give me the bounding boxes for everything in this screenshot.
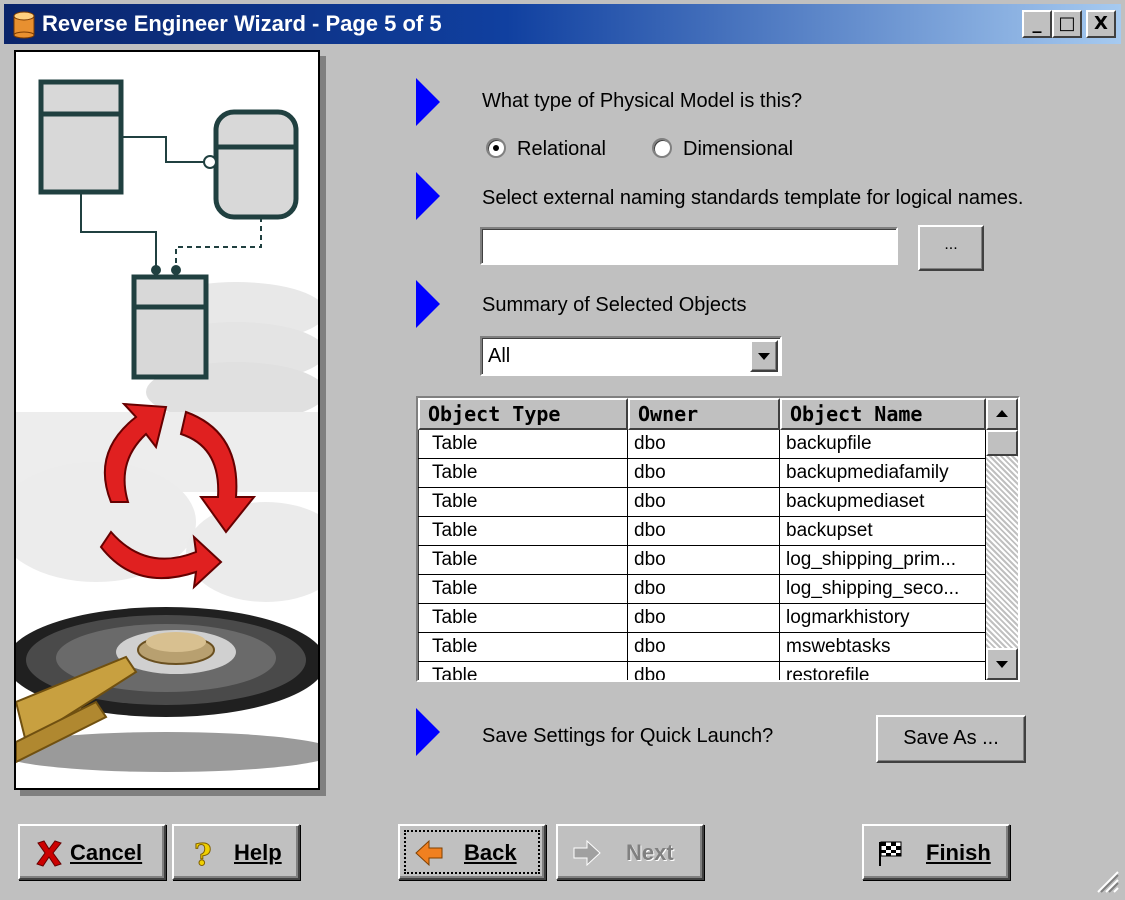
cell-object-type: Table (418, 633, 628, 662)
radio-dimensional-label[interactable]: Dimensional (683, 137, 793, 161)
red-x-icon (36, 840, 62, 867)
checkered-flag-icon (879, 841, 902, 866)
dropdown-button[interactable] (750, 340, 778, 372)
next-label: Next (626, 840, 674, 865)
cell-owner: dbo (628, 517, 780, 546)
cell-object-name: log_shipping_seco... (780, 575, 986, 604)
column-header-owner[interactable]: Owner (628, 398, 780, 430)
scroll-thumb[interactable] (986, 430, 1018, 456)
resize-grip-icon[interactable] (1094, 868, 1120, 894)
finish-label: Finish (926, 840, 991, 865)
blue-triangle-icon (416, 172, 440, 220)
cell-object-type: Table (418, 604, 628, 633)
radio-dimensional[interactable] (652, 138, 672, 158)
table-row[interactable]: Table dbo mswebtasks (418, 633, 986, 662)
cell-object-type: Table (418, 546, 628, 575)
cell-object-name: mswebtasks (780, 633, 986, 662)
naming-template-input[interactable] (480, 227, 898, 265)
table-row[interactable]: Table dbo backupmediaset (418, 488, 986, 517)
back-label: Back (464, 840, 517, 865)
selected-objects-table[interactable]: Object Type Owner Object Name Table dbo ba… (416, 396, 1020, 682)
cancel-button[interactable]: Cancel (18, 824, 166, 880)
window-title: Reverse Engineer Wizard - Page 5 of 5 (42, 11, 442, 36)
next-button[interactable]: Next (556, 824, 704, 880)
minimize-button[interactable]: _ (1022, 10, 1052, 38)
object-filter-select[interactable]: All (480, 336, 782, 376)
column-header-object-type[interactable]: Object Type (418, 398, 628, 430)
cell-owner: dbo (628, 546, 780, 575)
cancel-label: Cancel (70, 840, 143, 865)
wizard-illustration (14, 50, 320, 790)
table-row[interactable]: Table dbo backupmediafamily (418, 459, 986, 488)
table-row[interactable]: Table dbo backupfile (418, 430, 986, 459)
table-row[interactable]: Table dbo log_shipping_seco... (418, 575, 986, 604)
right-arrow-icon (573, 839, 601, 867)
table-row[interactable]: Table dbo logmarkhistory (418, 604, 986, 633)
object-filter-value: All (488, 345, 511, 367)
cell-object-name: restorefile (780, 662, 986, 680)
cell-object-name: backupmediafamily (780, 459, 986, 488)
close-button[interactable]: X (1086, 10, 1116, 38)
cell-owner: dbo (628, 459, 780, 488)
blue-triangle-icon (416, 78, 440, 126)
blue-triangle-icon (416, 708, 440, 756)
wizard-window: Reverse Engineer Wizard - Page 5 of 5 _ … (0, 0, 1125, 900)
cell-owner: dbo (628, 604, 780, 633)
cell-owner: dbo (628, 488, 780, 517)
cell-object-type: Table (418, 517, 628, 546)
cell-object-name: logmarkhistory (780, 604, 986, 633)
cell-object-type: Table (418, 662, 628, 680)
scroll-up-button[interactable] (986, 398, 1018, 430)
table-scrollbar[interactable] (986, 398, 1018, 680)
table-row[interactable]: Table dbo log_shipping_prim... (418, 546, 986, 575)
finish-button[interactable]: Finish (862, 824, 1010, 880)
table-row[interactable]: Table dbo backupset (418, 517, 986, 546)
close-icon: X (1094, 13, 1108, 34)
back-button[interactable]: Back (398, 824, 546, 880)
cell-object-name: log_shipping_prim... (780, 546, 986, 575)
help-button[interactable]: ? Help (172, 824, 300, 880)
cell-object-type: Table (418, 575, 628, 604)
question-mark-icon: ? (194, 838, 213, 868)
table-row[interactable]: Table dbo restorefile (418, 662, 986, 680)
summary-prompt: Summary of Selected Objects (482, 294, 747, 316)
cell-object-type: Table (418, 430, 628, 459)
minimize-icon: _ (1032, 13, 1042, 34)
quick-launch-prompt: Save Settings for Quick Launch? (482, 725, 774, 747)
save-as-button[interactable]: Save As ... (876, 715, 1026, 763)
browse-button[interactable]: ... (918, 225, 984, 271)
svg-text:?: ? (194, 838, 212, 868)
cell-object-type: Table (418, 488, 628, 517)
model-type-prompt: What type of Physical Model is this? (482, 90, 803, 112)
cell-owner: dbo (628, 662, 780, 680)
database-cylinder-icon (13, 11, 35, 39)
cell-object-name: backupfile (780, 430, 986, 459)
blue-triangle-icon (416, 280, 440, 328)
radio-relational-label[interactable]: Relational (517, 137, 606, 161)
maximize-button[interactable]: □ (1052, 10, 1082, 38)
chevron-down-icon (996, 661, 1008, 668)
reverse-engineer-illustration (16, 79, 318, 772)
radio-relational[interactable] (486, 138, 506, 158)
cell-object-name: backupset (780, 517, 986, 546)
cell-owner: dbo (628, 633, 780, 662)
left-arrow-icon (415, 839, 443, 867)
title-bar[interactable]: Reverse Engineer Wizard - Page 5 of 5 _ … (4, 4, 1121, 44)
help-label: Help (234, 840, 282, 865)
cell-owner: dbo (628, 430, 780, 459)
naming-standards-prompt: Select external naming standards templat… (482, 187, 1024, 209)
scroll-down-button[interactable] (986, 648, 1018, 680)
cell-owner: dbo (628, 575, 780, 604)
chevron-down-icon (758, 353, 770, 360)
column-header-object-name[interactable]: Object Name (780, 398, 986, 430)
chevron-up-icon (996, 410, 1008, 417)
cell-object-name: backupmediaset (780, 488, 986, 517)
maximize-icon: □ (1058, 13, 1076, 34)
cell-object-type: Table (418, 459, 628, 488)
